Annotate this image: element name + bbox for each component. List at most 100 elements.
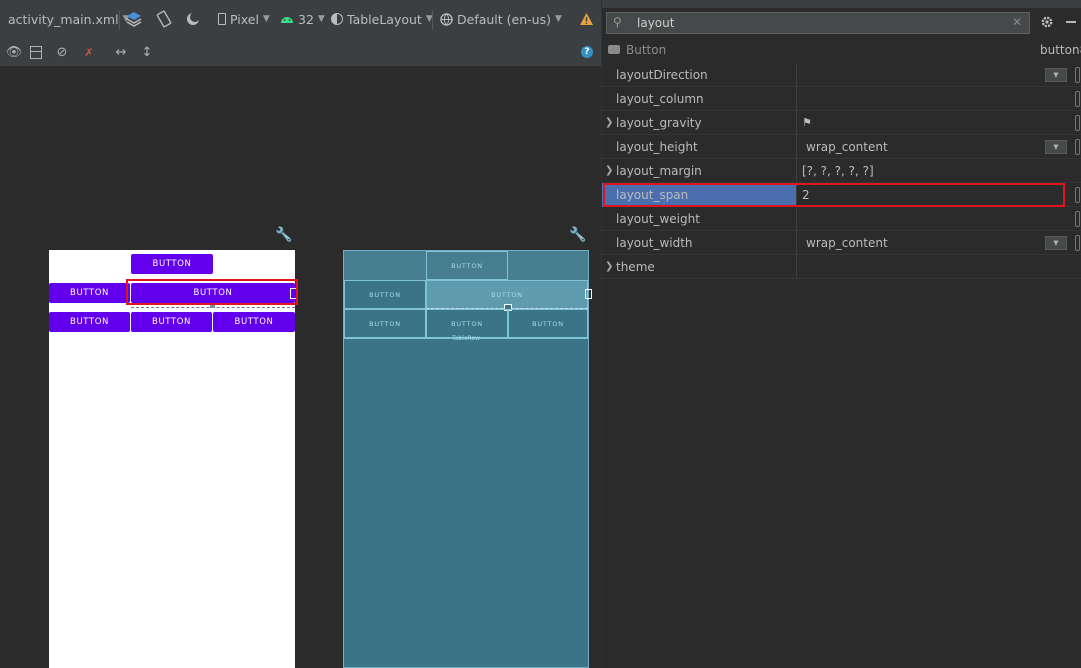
column-divider	[796, 135, 797, 159]
chevron-down-icon: ▼	[262, 14, 270, 24]
blueprint-row-divider	[344, 338, 588, 339]
attribute-row-layout-gravity[interactable]: ❯ layout_gravity ⚑	[602, 111, 1081, 135]
expand-horizontal-button[interactable]: ↔	[111, 38, 131, 66]
attribute-value[interactable]: wrap_content	[806, 135, 888, 159]
search-icon: ⚲	[613, 15, 622, 29]
design-surface[interactable]: BUTTON BUTTON BUTTON BUTTON BUTTON BUTTO…	[49, 250, 297, 668]
chevron-right-icon[interactable]: ❯	[605, 111, 613, 135]
attribute-value[interactable]: [?, ?, ?, ?, ?]	[802, 159, 874, 183]
resource-picker-button[interactable]	[1075, 235, 1080, 251]
phone-icon	[218, 13, 226, 25]
attribute-row-layoutdirection[interactable]: layoutDirection ▼	[602, 63, 1081, 87]
attribute-name: layout_column	[616, 92, 704, 106]
warning-button[interactable]	[579, 0, 594, 38]
blueprint-button-row3-col2[interactable]: BUTTON	[426, 309, 508, 338]
resource-picker-button[interactable]	[1075, 211, 1080, 227]
button-component-icon	[608, 45, 620, 54]
attribute-row-layout-height[interactable]: layout_height wrap_content ▼	[602, 135, 1081, 159]
chevron-right-icon[interactable]: ❯	[605, 255, 613, 279]
button-row3-col2[interactable]: BUTTON	[131, 312, 212, 332]
globe-icon	[440, 12, 453, 26]
blueprint-button-row2-col1[interactable]: BUTTON	[344, 280, 426, 309]
highlight-box	[603, 183, 1065, 207]
warning-icon	[580, 13, 593, 25]
theme-icon	[331, 13, 343, 25]
component-type: Button	[626, 43, 667, 57]
attribute-name: layout_height	[616, 140, 698, 154]
wrench-icon[interactable]: 🔧	[569, 227, 586, 243]
night-mode-button[interactable]	[185, 0, 201, 38]
help-icon: ?	[581, 46, 593, 58]
resource-picker-button[interactable]	[1075, 91, 1080, 107]
dropdown-arrow-icon[interactable]: ▼	[1045, 236, 1067, 250]
layers-icon	[126, 12, 142, 27]
blueprint-button-row3-col1[interactable]: BUTTON	[344, 309, 426, 338]
clear-constraints-button[interactable]: ✗	[79, 38, 99, 66]
dropdown-arrow-icon[interactable]: ▼	[1045, 140, 1067, 154]
button-row3-col3[interactable]: BUTTON	[213, 312, 295, 332]
attribute-row-layout-weight[interactable]: layout_weight	[602, 207, 1081, 231]
minimize-button[interactable]	[1066, 21, 1076, 23]
attribute-search-field[interactable]: ⚲ layout ✕	[606, 12, 1030, 34]
attribute-value[interactable]: wrap_content	[806, 231, 888, 255]
night-mode-icon	[187, 12, 200, 25]
column-divider	[796, 255, 797, 279]
chevron-down-icon: ▼	[317, 14, 325, 24]
chevron-right-icon[interactable]: ❯	[605, 159, 613, 183]
file-selector[interactable]: activity_main.xml ▼	[8, 0, 130, 38]
resource-picker-button[interactable]	[1075, 115, 1080, 131]
locale-selector[interactable]: Default (en-us) ▼	[440, 0, 562, 38]
blueprint-button-row3-col3[interactable]: BUTTON	[508, 309, 588, 338]
resource-picker-button[interactable]	[1075, 139, 1080, 155]
theme-selector[interactable]: TableLayout ▼	[331, 0, 433, 38]
blueprint-toggle-button[interactable]	[27, 38, 45, 66]
blueprint-surface[interactable]: BUTTON BUTTON BUTTON BUTTON BUTTON BUTTO…	[343, 250, 592, 668]
column-divider	[796, 207, 797, 231]
blueprint-selection-handle[interactable]	[585, 289, 592, 299]
attribute-name: theme	[616, 260, 655, 274]
column-divider	[796, 231, 797, 255]
device-name: Pixel	[230, 11, 259, 27]
magnet-off-icon: ⊘	[56, 44, 68, 60]
help-button[interactable]: ?	[578, 38, 596, 66]
column-divider	[796, 111, 797, 135]
flag-icon[interactable]: ⚑	[802, 111, 812, 135]
dropdown-arrow-icon[interactable]: ▼	[1045, 68, 1067, 82]
api-level: 32	[298, 11, 314, 27]
attribute-row-layout-margin[interactable]: ❯ layout_margin [?, ?, ?, ?, ?]	[602, 159, 1081, 183]
expand-vertical-button[interactable]: ↕	[137, 38, 157, 66]
theme-name: TableLayout	[347, 11, 422, 27]
clear-constraints-icon: ✗	[84, 45, 94, 59]
highlight-box	[126, 279, 298, 305]
column-divider	[796, 63, 797, 87]
view-options-button[interactable]: 👁	[4, 38, 24, 66]
resource-picker-button[interactable]	[1075, 67, 1080, 83]
component-header: Button button8	[602, 40, 1081, 62]
device-selector[interactable]: Pixel ▼	[218, 0, 270, 38]
blueprint-button-row1[interactable]: BUTTON	[426, 251, 508, 280]
gear-icon	[1041, 16, 1053, 28]
clear-search-icon[interactable]: ✕	[1012, 15, 1022, 29]
attribute-row-theme[interactable]: ❯ theme	[602, 255, 1081, 279]
search-value: layout	[637, 16, 675, 30]
attribute-name: layout_margin	[616, 164, 702, 178]
autoconnect-button[interactable]: ⊘	[52, 38, 72, 66]
attribute-name: layoutDirection	[616, 68, 708, 82]
eye-icon: 👁	[5, 44, 23, 60]
design-surface-button[interactable]	[125, 0, 143, 38]
attribute-row-layout-width[interactable]: layout_width wrap_content ▼	[602, 231, 1081, 255]
api-level-selector[interactable]: 32 ▼	[280, 0, 325, 38]
locale-name: Default (en-us)	[457, 11, 551, 27]
vertical-arrows-icon: ↕	[141, 44, 153, 60]
settings-button[interactable]	[1039, 13, 1055, 31]
attribute-row-layout-column[interactable]: layout_column	[602, 87, 1081, 111]
button-row1[interactable]: BUTTON	[131, 254, 213, 274]
android-icon	[281, 17, 293, 23]
button-row2-col1[interactable]: BUTTON	[49, 283, 130, 303]
orientation-button[interactable]	[155, 0, 173, 38]
file-name: activity_main.xml	[8, 11, 119, 27]
button-row3-col1[interactable]: BUTTON	[49, 312, 130, 332]
resource-picker-button[interactable]	[1075, 187, 1080, 203]
wrench-icon[interactable]: 🔧	[275, 227, 292, 243]
rotate-icon	[156, 10, 172, 28]
